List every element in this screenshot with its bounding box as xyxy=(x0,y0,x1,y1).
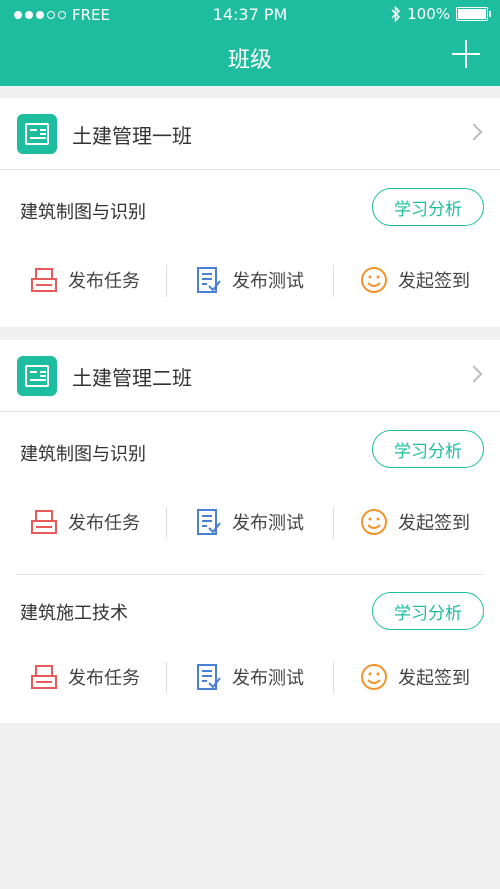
class-header[interactable]: 土建管理一班 xyxy=(0,98,500,170)
action-label: 发布测试 xyxy=(232,513,304,534)
class-name: 土建管理二班 xyxy=(72,366,192,390)
course-item: 建筑施工技术 学习分析 发布任务 发布测试 发起签到 xyxy=(0,575,500,731)
study-analysis-button[interactable]: 学习分析 xyxy=(372,188,484,226)
battery-percent: 100% xyxy=(407,5,450,23)
chevron-right-icon xyxy=(465,365,483,383)
action-label: 发起签到 xyxy=(398,668,470,689)
divider xyxy=(333,265,334,297)
course-name: 建筑制图与识别 xyxy=(20,444,146,465)
publish-task-button[interactable]: 发布任务 xyxy=(30,500,140,544)
action-label: 发起签到 xyxy=(398,271,470,292)
course-actions: 发布任务 发布测试 发起签到 xyxy=(0,500,500,544)
publish-task-button[interactable]: 发布任务 xyxy=(30,655,140,699)
chevron-right-icon xyxy=(465,123,483,141)
study-analysis-button[interactable]: 学习分析 xyxy=(372,592,484,630)
class-card: 土建管理二班 建筑制图与识别 学习分析 发布任务 发布测试 发起签到 建筑施工技… xyxy=(0,340,500,723)
divider xyxy=(166,265,167,297)
course-item: 建筑制图与识别 学习分析 发布任务 发布测试 发起签到 xyxy=(0,170,500,326)
course-item: 建筑制图与识别 学习分析 发布任务 发布测试 发起签到 xyxy=(0,412,500,568)
publish-task-button[interactable]: 发布任务 xyxy=(30,258,140,302)
page-title: 班级 xyxy=(227,48,272,73)
action-label: 发布测试 xyxy=(232,668,304,689)
action-label: 发布任务 xyxy=(68,513,140,534)
plus-icon[interactable] xyxy=(450,38,482,70)
study-analysis-button[interactable]: 学习分析 xyxy=(372,430,484,468)
course-name: 建筑施工技术 xyxy=(20,603,128,624)
printer-icon xyxy=(31,510,57,534)
class-doc-icon xyxy=(17,356,57,396)
class-doc-icon xyxy=(17,114,57,154)
printer-icon xyxy=(31,665,57,689)
action-label: 发起签到 xyxy=(398,513,470,534)
start-checkin-button[interactable]: 发起签到 xyxy=(360,258,470,302)
divider xyxy=(333,662,334,694)
smiley-icon xyxy=(361,664,387,690)
checklist-icon xyxy=(197,267,221,293)
class-card: 土建管理一班 建筑制图与识别 学习分析 发布任务 发布测试 发起签到 xyxy=(0,98,500,327)
action-label: 发布任务 xyxy=(68,668,140,689)
action-label: 发布测试 xyxy=(232,271,304,292)
app-header: FREE 14:37 PM 100% 班级 xyxy=(0,0,500,86)
status-bar: FREE 14:37 PM 100% xyxy=(0,0,500,30)
divider xyxy=(166,507,167,539)
status-right: 100% xyxy=(391,5,491,23)
checklist-icon xyxy=(197,509,221,535)
checklist-icon xyxy=(197,664,221,690)
printer-icon xyxy=(31,268,57,292)
class-header[interactable]: 土建管理二班 xyxy=(0,340,500,412)
smiley-icon xyxy=(361,509,387,535)
course-actions: 发布任务 发布测试 发起签到 xyxy=(0,655,500,699)
battery-icon xyxy=(456,7,491,21)
publish-test-button[interactable]: 发布测试 xyxy=(196,258,304,302)
divider xyxy=(333,507,334,539)
course-actions: 发布任务 发布测试 发起签到 xyxy=(0,258,500,302)
start-checkin-button[interactable]: 发起签到 xyxy=(360,500,470,544)
smiley-icon xyxy=(361,267,387,293)
publish-test-button[interactable]: 发布测试 xyxy=(196,500,304,544)
start-checkin-button[interactable]: 发起签到 xyxy=(360,655,470,699)
divider xyxy=(166,662,167,694)
publish-test-button[interactable]: 发布测试 xyxy=(196,655,304,699)
bluetooth-icon xyxy=(391,6,401,22)
class-name: 土建管理一班 xyxy=(72,124,192,148)
action-label: 发布任务 xyxy=(68,271,140,292)
course-name: 建筑制图与识别 xyxy=(20,202,146,223)
